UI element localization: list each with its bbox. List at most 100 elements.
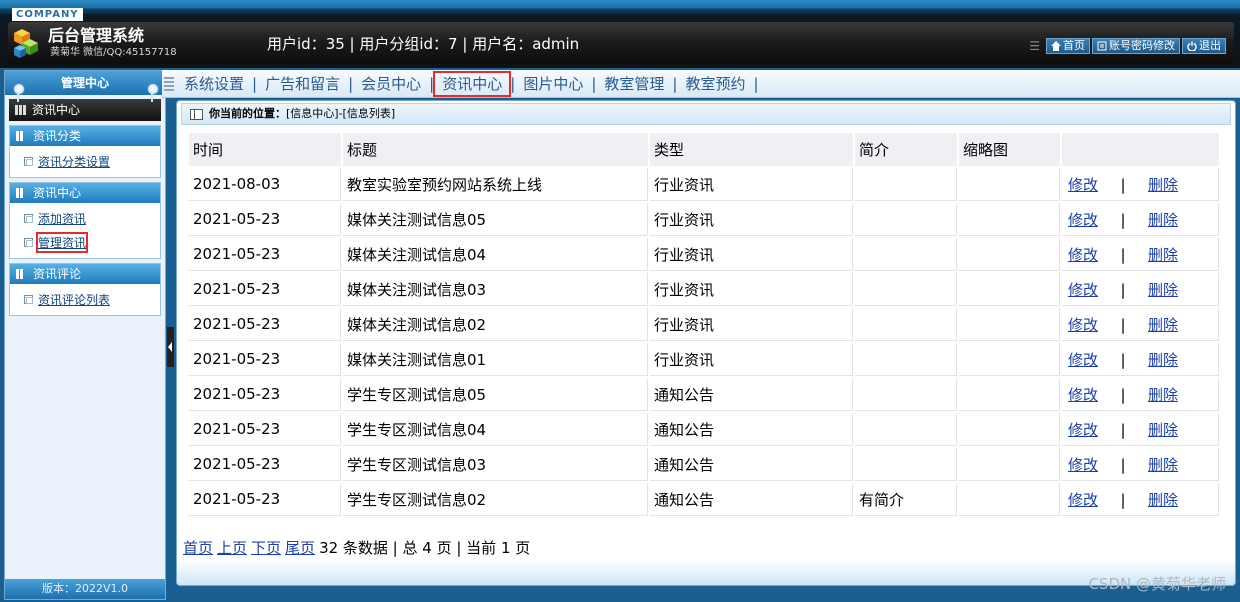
edit-link[interactable]: 修改 — [1068, 421, 1098, 439]
sidebar-item-category-settings[interactable]: 资讯分类设置 — [24, 149, 160, 173]
app-header: COMPANY 后台管理系统 黄菊华 微信/QQ:45157718 用户id：3… — [0, 0, 1240, 68]
cell-time: 2021-05-23 — [189, 203, 341, 236]
cell-time: 2021-05-23 — [189, 238, 341, 271]
sidebar-group-header[interactable]: 资讯中心 — [10, 183, 160, 203]
last-page-link[interactable]: 尾页 — [285, 539, 315, 557]
cell-type: 行业资讯 — [650, 273, 853, 306]
edit-link[interactable]: 修改 — [1068, 456, 1098, 474]
cell-actions: 修改 | 删除 — [1062, 168, 1219, 201]
home-button-label: 首页 — [1063, 39, 1085, 52]
edit-link[interactable]: 修改 — [1068, 351, 1098, 369]
delete-link[interactable]: 删除 — [1148, 211, 1178, 229]
action-separator: | — [1120, 210, 1126, 229]
cell-intro — [855, 378, 957, 411]
sidebar-item-comment-list[interactable]: 资讯评论列表 — [24, 287, 160, 311]
page-icon — [24, 156, 33, 166]
nav-item-system[interactable]: 系统设置 — [176, 72, 252, 96]
delete-link[interactable]: 删除 — [1148, 316, 1178, 334]
cell-time: 2021-05-23 — [189, 273, 341, 306]
table-row: 2021-05-23 学生专区测试信息03 通知公告 修改 | 删除 — [189, 448, 1219, 481]
cell-time: 2021-05-23 — [189, 308, 341, 341]
edit-link[interactable]: 修改 — [1068, 491, 1098, 509]
edit-link[interactable]: 修改 — [1068, 211, 1098, 229]
cell-thumbnail — [959, 343, 1060, 376]
sidebar-link[interactable]: 添加资讯 — [38, 210, 86, 227]
cell-actions: 修改 | 删除 — [1062, 203, 1219, 236]
cell-thumbnail — [959, 273, 1060, 306]
home-icon — [1051, 41, 1061, 51]
cell-actions: 修改 | 删除 — [1062, 273, 1219, 306]
sidebar-item-add-news[interactable]: 添加资讯 — [24, 206, 160, 230]
first-page-link[interactable]: 首页 — [183, 539, 213, 557]
sidebar-collapse-handle[interactable] — [167, 327, 174, 367]
sidebar-group-title: 资讯分类 — [33, 129, 82, 143]
col-intro: 简介 — [855, 133, 957, 166]
sidebar-group-news: 资讯中心 添加资讯 管理资讯 — [9, 182, 161, 259]
nav-item-news[interactable]: 资讯中心 — [433, 70, 512, 97]
nav-item-images[interactable]: 图片中心 — [515, 72, 591, 96]
breadcrumb: 你当前的位置： [信息中心]-[信息列表] — [181, 103, 1231, 125]
action-separator: | — [1120, 490, 1126, 509]
home-button[interactable]: 首页 — [1046, 38, 1090, 54]
col-time: 时间 — [189, 133, 341, 166]
pagination: 首页 上页 下页 尾页 32 条数据 | 总 4 页 | 当前 1 页 — [183, 537, 530, 558]
delete-link[interactable]: 删除 — [1148, 351, 1178, 369]
sidebar-item-manage-news[interactable]: 管理资讯 — [24, 230, 160, 254]
edit-icon — [1097, 41, 1107, 51]
action-separator: | — [1120, 385, 1126, 404]
col-type: 类型 — [650, 133, 853, 166]
cell-title: 学生专区测试信息03 — [343, 448, 648, 481]
cell-type: 通知公告 — [650, 378, 853, 411]
power-icon — [1187, 41, 1197, 51]
nav-item-ads[interactable]: 广告和留言 — [257, 72, 348, 96]
grid-icon — [15, 105, 27, 115]
nav-item-members[interactable]: 会员中心 — [353, 72, 429, 96]
page-icon — [24, 213, 33, 223]
delete-link[interactable]: 删除 — [1148, 456, 1178, 474]
cell-time: 2021-05-23 — [189, 448, 341, 481]
pin-icon — [13, 83, 25, 102]
nav-item-reservations[interactable]: 教室预约 — [677, 72, 753, 96]
sidebar-link-active[interactable]: 管理资讯 — [35, 231, 89, 253]
delete-link[interactable]: 删除 — [1148, 386, 1178, 404]
sidebar-group-comments: 资讯评论 资讯评论列表 — [9, 263, 161, 316]
cell-time: 2021-05-23 — [189, 378, 341, 411]
logout-button[interactable]: 退出 — [1182, 38, 1226, 54]
delete-link[interactable]: 删除 — [1148, 491, 1178, 509]
delete-link[interactable]: 删除 — [1148, 421, 1178, 439]
prev-page-link[interactable]: 上页 — [217, 539, 247, 557]
sidebar-link[interactable]: 资讯分类设置 — [38, 153, 110, 170]
edit-link[interactable]: 修改 — [1068, 386, 1098, 404]
delete-link[interactable]: 删除 — [1148, 281, 1178, 299]
edit-link[interactable]: 修改 — [1068, 316, 1098, 334]
cell-intro — [855, 413, 957, 446]
delete-link[interactable]: 删除 — [1148, 246, 1178, 264]
edit-link[interactable]: 修改 — [1068, 281, 1098, 299]
system-subtitle: 黄菊华 微信/QQ:45157718 — [50, 47, 177, 58]
breadcrumb-label: 你当前的位置： — [209, 107, 286, 120]
next-page-link[interactable]: 下页 — [251, 539, 281, 557]
pagination-summary: 32 条数据 | 总 4 页 | 当前 1 页 — [319, 539, 531, 557]
cell-thumbnail — [959, 308, 1060, 341]
delete-link[interactable]: 删除 — [1148, 176, 1178, 194]
sidebar-group-header[interactable]: 资讯分类 — [10, 126, 160, 146]
nav-item-classrooms[interactable]: 教室管理 — [596, 72, 672, 96]
sidebar-group-header[interactable]: 资讯评论 — [10, 264, 160, 284]
cell-intro — [855, 308, 957, 341]
sidebar-link[interactable]: 资讯评论列表 — [38, 291, 110, 308]
table-row: 2021-05-23 媒体关注测试信息01 行业资讯 修改 | 删除 — [189, 343, 1219, 376]
table-header-row: 时间 标题 类型 简介 缩略图 — [189, 133, 1219, 166]
sidebar-current-section[interactable]: 资讯中心 — [9, 99, 161, 121]
action-separator: | — [1120, 350, 1126, 369]
table-row: 2021-05-23 媒体关注测试信息02 行业资讯 修改 | 删除 — [189, 308, 1219, 341]
edit-link[interactable]: 修改 — [1068, 246, 1098, 264]
cell-intro — [855, 203, 957, 236]
list-icon — [16, 188, 28, 198]
col-title: 标题 — [343, 133, 648, 166]
cell-intro: 有简介 — [855, 483, 957, 516]
list-icon — [16, 269, 28, 279]
change-password-button[interactable]: 账号密码修改 — [1092, 38, 1180, 54]
edit-link[interactable]: 修改 — [1068, 176, 1098, 194]
cell-title: 教室实验室预约网站系统上线 — [343, 168, 648, 201]
sidebar-header-label: 管理中心 — [60, 76, 109, 90]
